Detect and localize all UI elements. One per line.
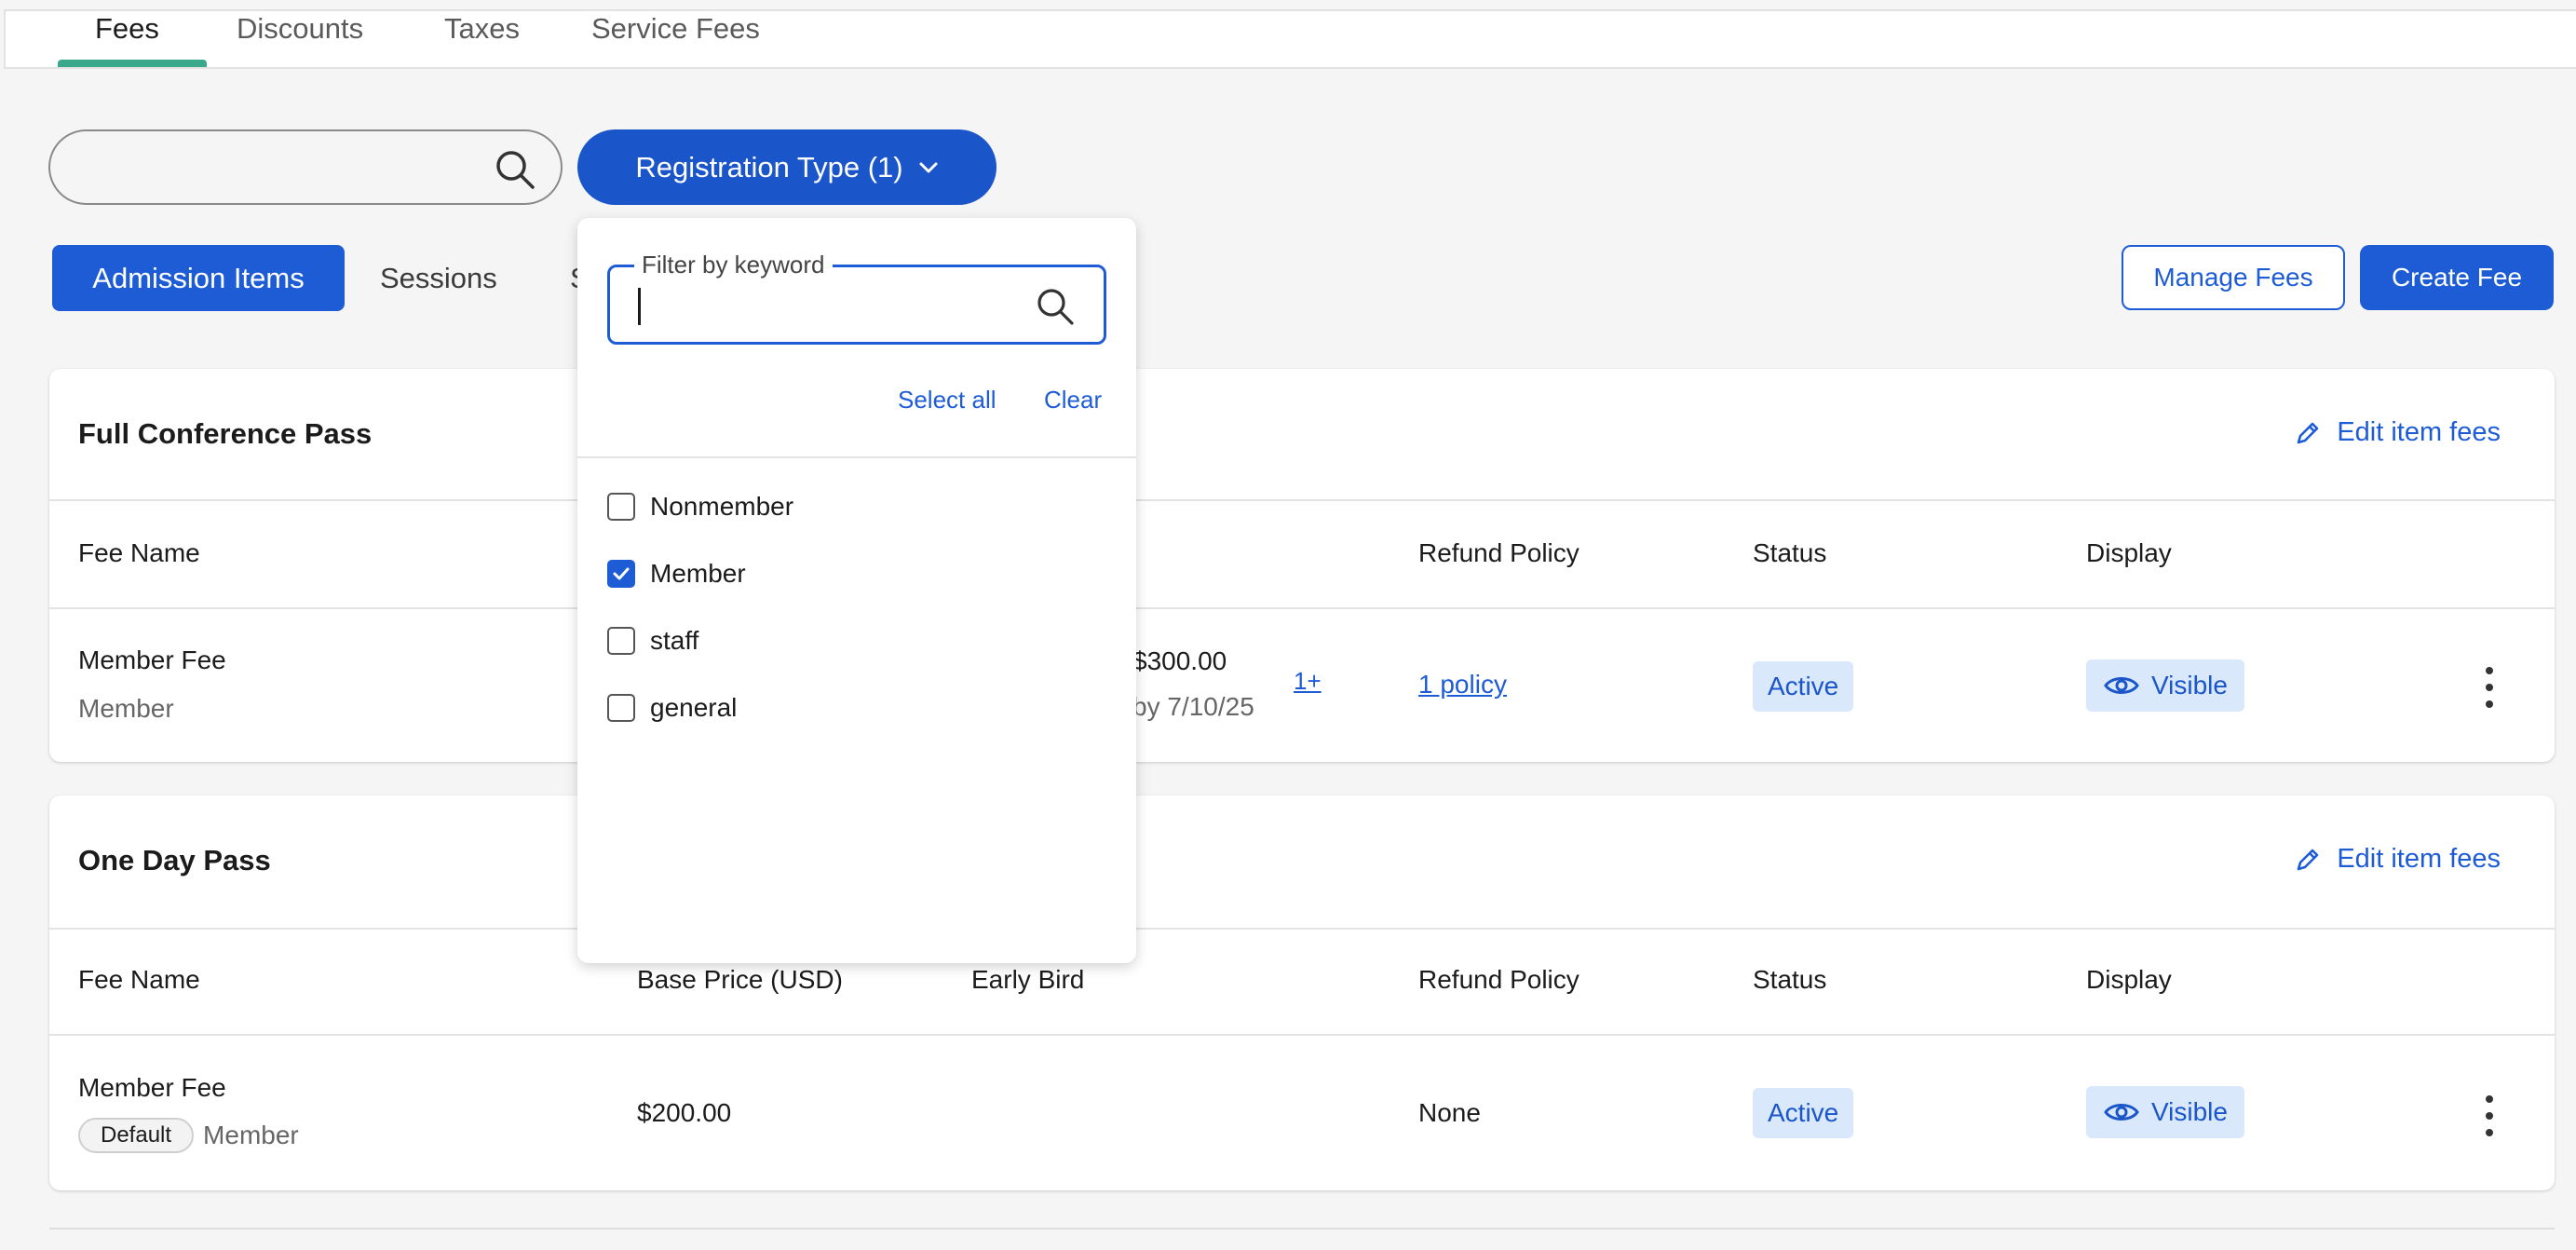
checkbox[interactable]: [607, 627, 635, 655]
fee-tags: Default Member: [78, 1118, 299, 1153]
pencil-icon: [2298, 422, 2319, 443]
option-member[interactable]: Member: [607, 555, 746, 592]
option-general[interactable]: general: [607, 689, 737, 727]
default-chip: Default: [78, 1118, 195, 1153]
registration-type-dropdown: Filter by keyword Select all Clear Nonme…: [577, 218, 1136, 963]
col-fee-name: Fee Name: [78, 965, 200, 994]
option-label: Member: [650, 559, 746, 588]
fee-card-full-conference-pass: Full Conference Pass Edit item fees Fee …: [49, 369, 2555, 762]
pencil-icon: [2298, 849, 2319, 870]
checkbox[interactable]: [607, 694, 635, 722]
status-badge: Active: [1753, 661, 1854, 712]
early-bird-date: by 7/10/25: [1132, 692, 1254, 721]
more-tiers-link[interactable]: 1+: [1294, 667, 1322, 696]
search-field[interactable]: [48, 129, 563, 205]
col-status: Status: [1753, 538, 1827, 567]
row-actions-menu-icon[interactable]: [2485, 667, 2494, 708]
col-refund-policy: Refund Policy: [1418, 538, 1579, 567]
option-label: staff: [650, 626, 699, 655]
clear-link[interactable]: Clear: [1044, 386, 1102, 414]
option-label: Nonmember: [650, 492, 794, 521]
option-staff[interactable]: staff: [607, 622, 698, 659]
fee-name: Member Fee: [78, 645, 226, 674]
col-early-bird: Early Bird: [971, 965, 1085, 994]
keyword-filter-field[interactable]: Filter by keyword: [607, 251, 1106, 345]
tab-service-fees[interactable]: Service Fees: [591, 9, 760, 61]
divider: [49, 1034, 2555, 1036]
status-badge: Active: [1753, 1088, 1854, 1138]
visibility-badge[interactable]: Visible: [2086, 1086, 2244, 1138]
col-display: Display: [2086, 538, 2172, 567]
chevron-down-icon: [919, 162, 938, 172]
create-fee-button[interactable]: Create Fee: [2360, 245, 2554, 310]
search-icon[interactable]: [494, 148, 536, 191]
search-icon: [1037, 289, 1074, 325]
active-tab-indicator: [58, 60, 207, 67]
registration-type-filter-button[interactable]: Registration Type (1): [577, 129, 997, 205]
fees-page: Fees Discounts Taxes Service Fees Regist…: [0, 0, 2576, 1250]
eye-icon: [2104, 1104, 2139, 1121]
registration-type-label: Registration Type (1): [635, 150, 903, 183]
text-caret: [638, 288, 641, 325]
edit-item-fees-link[interactable]: Edit item fees: [2294, 844, 2501, 875]
checkbox-checked[interactable]: [607, 560, 635, 588]
fees-tab-bar: Fees Discounts Taxes Service Fees: [4, 9, 2576, 69]
edit-item-fees-label: Edit item fees: [2337, 844, 2501, 874]
segment-admission-items[interactable]: Admission Items: [52, 245, 345, 311]
edit-item-fees-link[interactable]: Edit item fees: [2294, 417, 2501, 448]
row-actions-menu-icon[interactable]: [2485, 1095, 2494, 1136]
refund-policy-link[interactable]: 1 policy: [1418, 670, 1507, 700]
search-input[interactable]: [78, 148, 488, 189]
divider: [49, 607, 2555, 609]
col-base-price: Base Price (USD): [637, 965, 843, 994]
segment-sessions[interactable]: Sessions: [380, 245, 497, 311]
fee-card-one-day-pass: One Day Pass Edit item fees Fee Name Bas…: [49, 795, 2555, 1190]
eye-icon: [2104, 677, 2139, 694]
tab-taxes[interactable]: Taxes: [444, 9, 520, 61]
edit-item-fees-label: Edit item fees: [2337, 417, 2501, 447]
card-title: One Day Pass: [78, 844, 271, 876]
divider: [577, 456, 1136, 458]
option-nonmember[interactable]: Nonmember: [607, 488, 793, 525]
checkmark-icon: [613, 567, 630, 580]
select-all-link[interactable]: Select all: [898, 386, 997, 414]
divider: [49, 928, 2555, 930]
fee-name: Member Fee: [78, 1073, 226, 1102]
option-label: general: [650, 693, 738, 722]
fee-reg-type: Member: [203, 1121, 299, 1149]
checkbox[interactable]: [607, 493, 635, 521]
card-title: Full Conference Pass: [78, 417, 373, 450]
visibility-label: Visible: [2151, 1097, 2228, 1126]
tab-fees[interactable]: Fees: [95, 9, 159, 61]
col-refund-policy: Refund Policy: [1418, 965, 1579, 994]
manage-fees-button[interactable]: Manage Fees: [2122, 245, 2345, 310]
visibility-label: Visible: [2151, 671, 2228, 700]
early-bird-price: $300.00: [1132, 646, 1227, 675]
col-display: Display: [2086, 965, 2172, 994]
refund-policy-value: None: [1418, 1098, 1481, 1127]
tab-discounts[interactable]: Discounts: [237, 9, 363, 61]
col-fee-name: Fee Name: [78, 538, 200, 567]
base-price: $200.00: [637, 1098, 732, 1127]
divider: [49, 1228, 2555, 1230]
keyword-filter-label: Filter by keyword: [634, 251, 833, 279]
visibility-badge[interactable]: Visible: [2086, 659, 2244, 712]
fee-reg-type: Member: [78, 694, 174, 723]
divider: [49, 499, 2555, 501]
col-status: Status: [1753, 965, 1827, 994]
